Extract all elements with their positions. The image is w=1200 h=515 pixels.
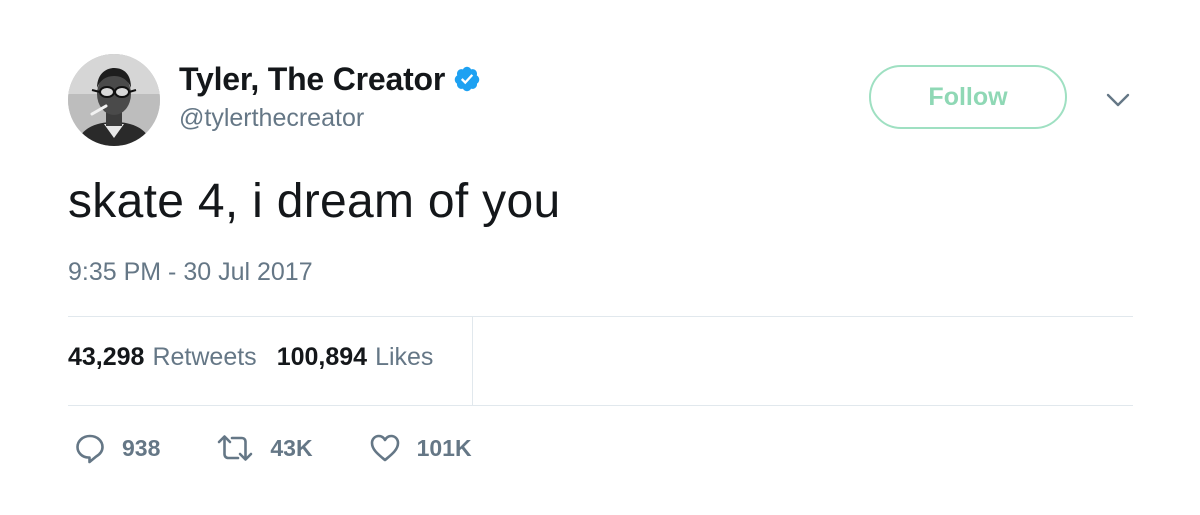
tweet-actions: 938 43K 101K bbox=[74, 430, 528, 466]
divider bbox=[68, 405, 1133, 406]
like-button[interactable]: 101K bbox=[369, 433, 472, 463]
tweet-text: skate 4, i dream of you bbox=[68, 175, 561, 228]
retweet-button[interactable]: 43K bbox=[216, 433, 313, 463]
reply-count: 938 bbox=[122, 434, 161, 461]
chevron-down-icon[interactable] bbox=[1104, 88, 1132, 112]
likes-label: Likes bbox=[375, 343, 434, 371]
avatar-image bbox=[68, 54, 160, 146]
heart-icon bbox=[369, 433, 401, 463]
user-handle[interactable]: @tylerthecreator bbox=[179, 104, 364, 133]
tweet-card: Tyler, The Creator @tylerthecreator Foll… bbox=[0, 0, 1200, 515]
likes-count: 100,894 bbox=[276, 343, 368, 371]
avatar[interactable] bbox=[68, 54, 160, 146]
verified-badge-icon bbox=[453, 65, 481, 93]
tweet-timestamp[interactable]: 9:35 PM - 30 Jul 2017 bbox=[68, 258, 313, 287]
follow-button[interactable]: Follow bbox=[869, 65, 1067, 129]
retweet-icon bbox=[216, 433, 254, 463]
retweet-count: 43K bbox=[270, 434, 313, 461]
divider bbox=[68, 316, 1133, 317]
retweets-stat[interactable]: 43,298 Retweets bbox=[68, 343, 257, 372]
display-name[interactable]: Tyler, The Creator bbox=[179, 61, 445, 98]
likes-stat[interactable]: 100,894 Likes bbox=[277, 343, 434, 372]
reply-button[interactable]: 938 bbox=[74, 432, 160, 464]
retweets-label: Retweets bbox=[152, 343, 257, 371]
stats-vertical-divider bbox=[472, 317, 473, 405]
like-count: 101K bbox=[416, 434, 472, 461]
retweets-count: 43,298 bbox=[68, 343, 145, 371]
tweet-stats: 43,298 Retweets 100,894 Likes bbox=[68, 343, 433, 372]
display-name-row: Tyler, The Creator bbox=[179, 58, 481, 100]
reply-icon bbox=[74, 432, 106, 464]
